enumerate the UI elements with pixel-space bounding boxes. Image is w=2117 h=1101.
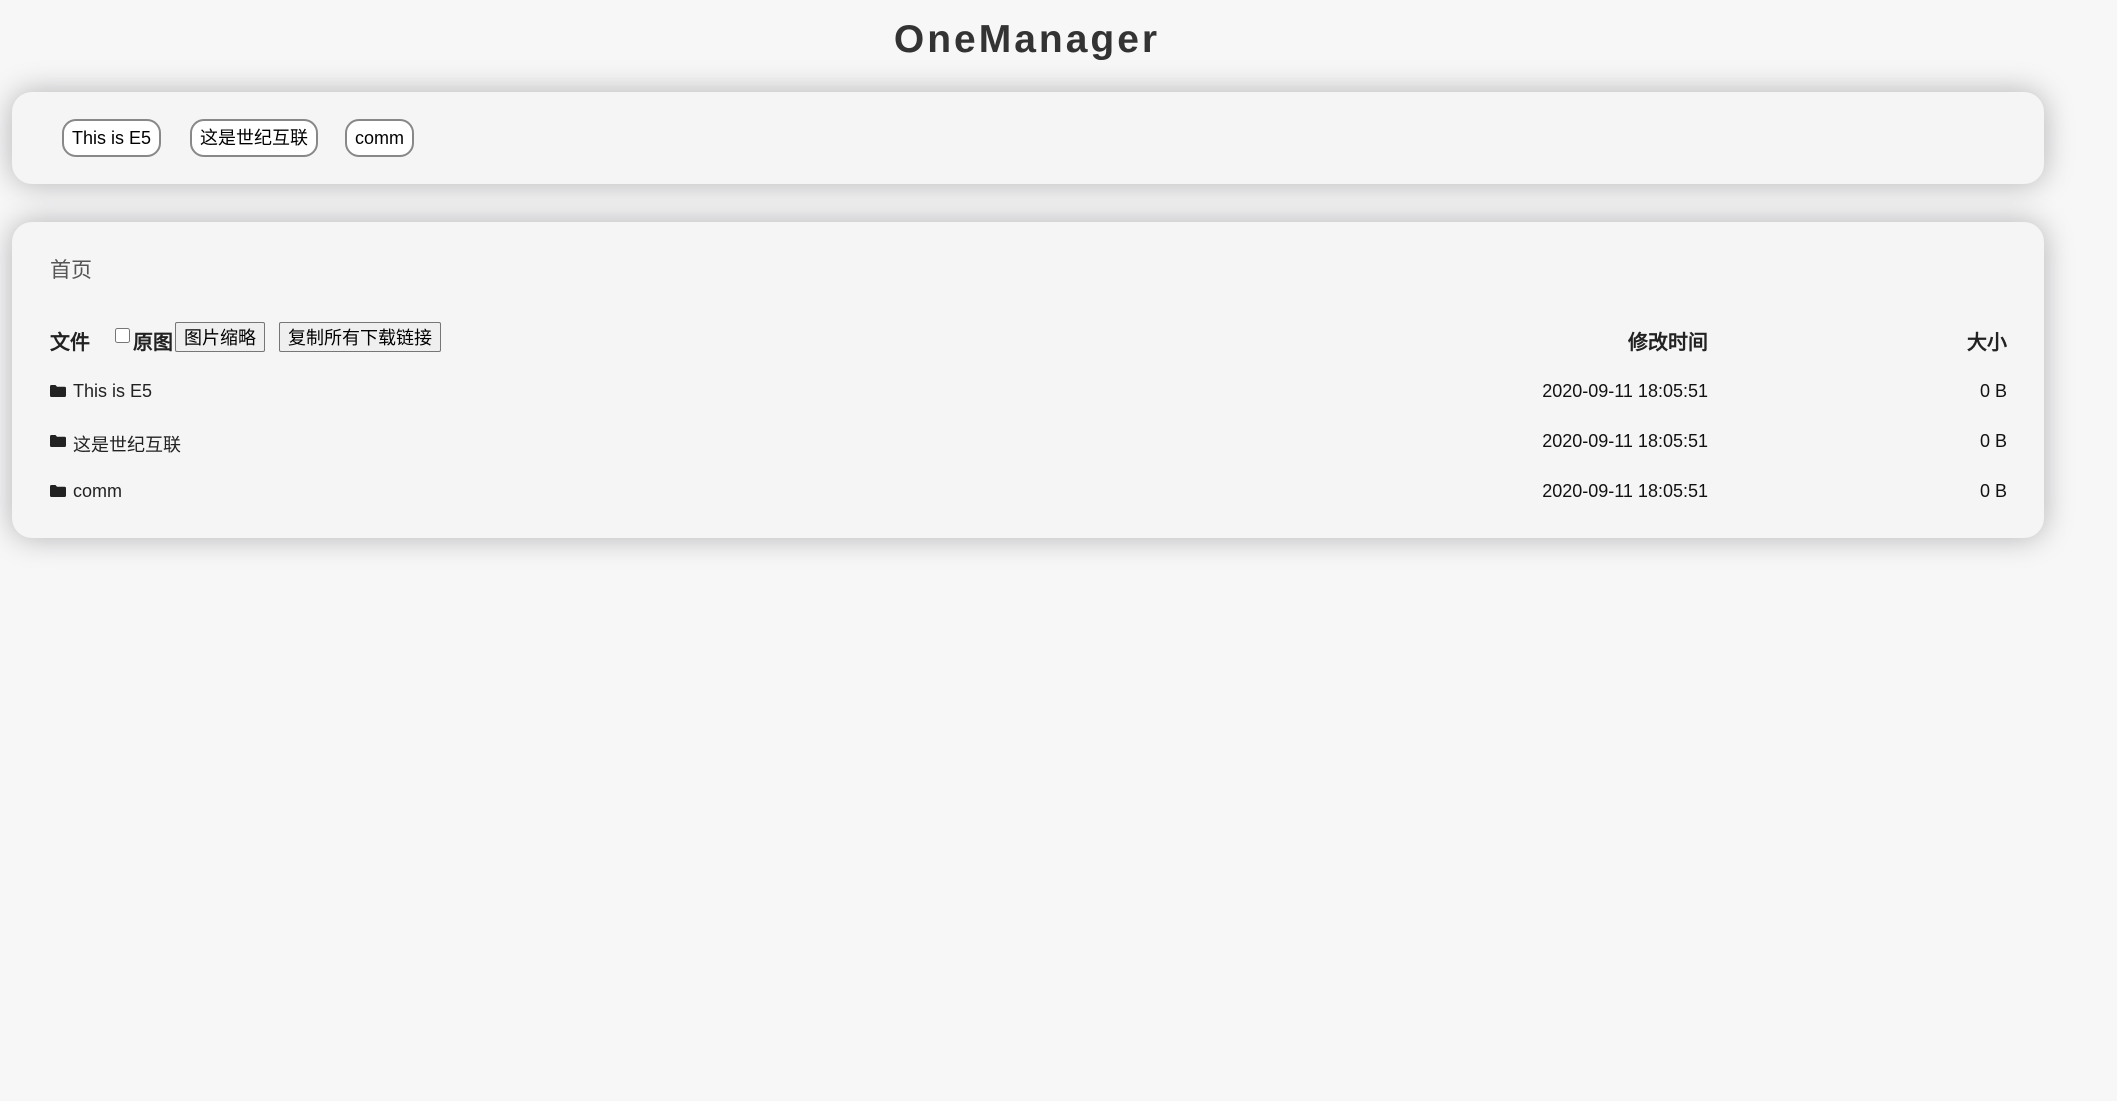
- modified-time: 2020-09-11 18:05:51: [1542, 381, 1708, 401]
- table-row[interactable]: This is E5 2020-09-11 18:05:51 0 B: [12, 374, 2044, 414]
- modified-time: 2020-09-11 18:05:51: [1542, 481, 1708, 501]
- drive-link-century[interactable]: 这是世纪互联: [190, 119, 318, 157]
- file-list-card: 首页 文件 原图 图片缩略 复制所有下载链接 修改时间 大小 This is E…: [12, 222, 2044, 538]
- original-image-label: 原图: [133, 332, 173, 354]
- original-image-checkbox[interactable]: [115, 328, 130, 343]
- folder-icon: [50, 485, 66, 497]
- drive-link-e5[interactable]: This is E5: [62, 119, 162, 157]
- column-header-modified: 修改时间: [1628, 332, 1708, 354]
- thumbnail-button[interactable]: 图片缩略: [175, 322, 265, 352]
- table-row[interactable]: 这是世纪互联 2020-09-11 18:05:51 0 B: [12, 424, 2044, 464]
- copy-all-links-button[interactable]: 复制所有下载链接: [279, 322, 441, 352]
- file-size: 0 B: [1979, 381, 2007, 401]
- modified-time: 2020-09-11 18:05:51: [1542, 431, 1708, 451]
- column-header-size: 大小: [1967, 332, 2007, 354]
- table-row[interactable]: comm 2020-09-11 18:05:51 0 B: [12, 474, 2044, 514]
- file-name-link[interactable]: This is E5: [73, 381, 152, 402]
- file-name-link[interactable]: comm: [73, 481, 122, 502]
- file-size: 0 B: [1979, 431, 2007, 451]
- breadcrumb-home[interactable]: 首页: [50, 254, 92, 284]
- file-name-link[interactable]: 这是世纪互联: [73, 431, 181, 457]
- drive-link-comm[interactable]: comm: [345, 119, 414, 157]
- drive-nav-card: This is E5 这是世纪互联 comm: [12, 92, 2044, 184]
- file-size: 0 B: [1979, 481, 2007, 501]
- column-header-file: 文件: [50, 332, 90, 354]
- folder-icon: [50, 435, 66, 447]
- folder-icon: [50, 385, 66, 397]
- page-title: OneManager: [893, 18, 1161, 61]
